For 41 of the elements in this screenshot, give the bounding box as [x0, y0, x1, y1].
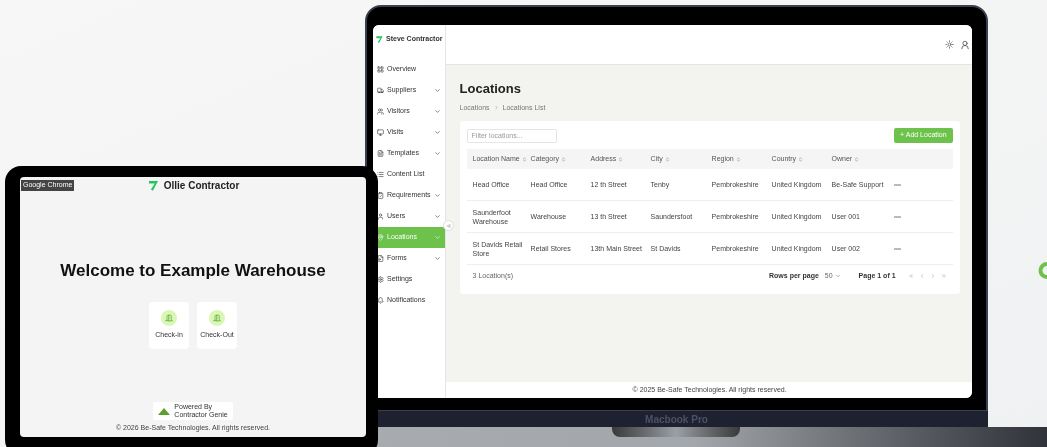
menu-icon	[377, 150, 384, 157]
sort-icon[interactable]	[798, 156, 804, 162]
user-icon[interactable]	[959, 39, 970, 50]
first-page-icon[interactable]	[907, 273, 914, 279]
more-icon[interactable]	[893, 183, 901, 186]
menu-icon	[377, 255, 384, 262]
collapse-sidebar-button[interactable]	[443, 220, 454, 231]
menu-icon	[377, 129, 384, 136]
page-title: Locations	[459, 80, 522, 98]
chevron-icon	[493, 105, 499, 111]
theme-icon[interactable]	[944, 40, 954, 49]
more-icon[interactable]	[893, 215, 901, 218]
more-icon[interactable]	[893, 247, 901, 250]
welcome-heading: Welcome to Example Warehouse	[60, 260, 326, 282]
previous-page-icon[interactable]	[918, 273, 925, 279]
menu-icon	[377, 66, 384, 73]
collapse-icon	[445, 222, 452, 229]
menu-icon	[377, 297, 384, 304]
last-page-icon[interactable]	[940, 273, 947, 279]
menu-icon	[377, 171, 384, 178]
menu-icon	[377, 213, 384, 220]
chevron-icon	[834, 273, 841, 279]
logo-icon	[375, 34, 384, 44]
menu-icon	[377, 108, 384, 115]
sort-icon[interactable]	[521, 156, 527, 162]
menu-icon	[377, 192, 384, 199]
ring-icon	[1038, 262, 1047, 279]
logo-icon	[146, 179, 160, 192]
house-icon	[158, 406, 171, 415]
brand-name: Ollie Contractor	[163, 179, 240, 193]
menu-icon	[377, 276, 384, 283]
door-icon	[213, 313, 221, 322]
sort-icon[interactable]	[618, 156, 624, 162]
menu-icon	[377, 234, 384, 241]
menu-icon	[377, 87, 384, 94]
next-page-icon[interactable]	[929, 273, 936, 279]
sort-icon[interactable]	[735, 156, 741, 162]
sort-icon[interactable]	[664, 156, 670, 162]
sort-icon[interactable]	[854, 156, 860, 162]
door-icon	[165, 313, 173, 322]
sort-icon[interactable]	[561, 156, 566, 162]
